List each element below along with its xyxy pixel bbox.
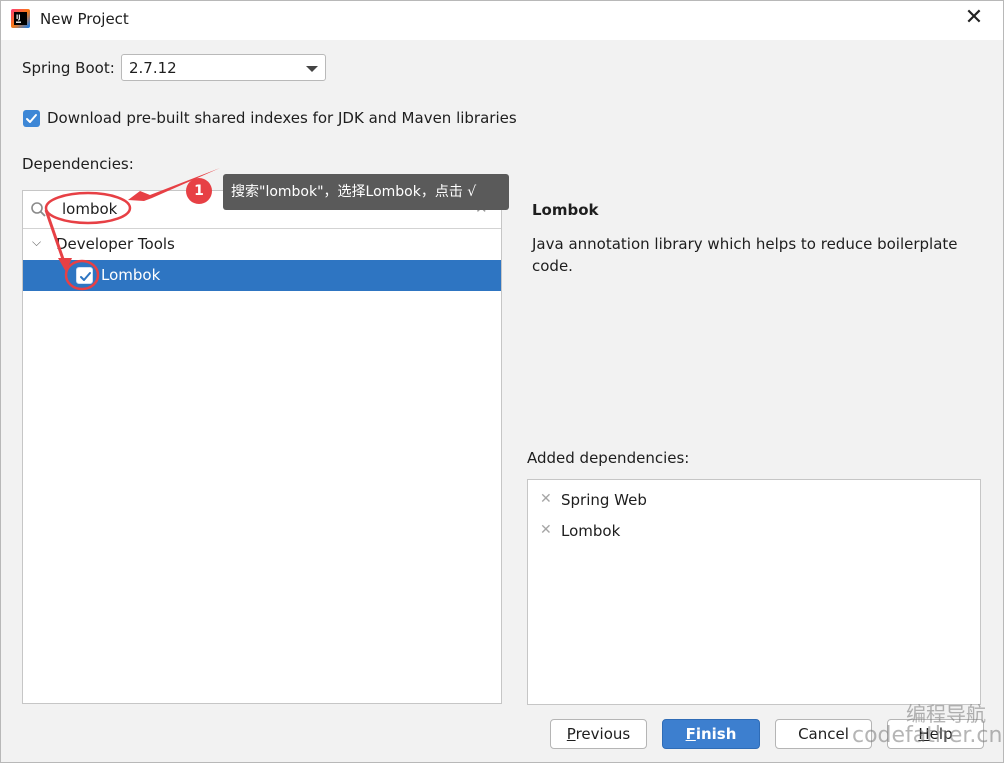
- dependencies-label: Dependencies:: [22, 155, 134, 173]
- finish-button[interactable]: Finish: [662, 719, 760, 749]
- step-marker: 1: [186, 178, 212, 204]
- search-input[interactable]: lombok: [62, 200, 117, 218]
- remove-icon[interactable]: ✕: [540, 491, 552, 507]
- download-indexes-label[interactable]: Download pre-built shared indexes for JD…: [47, 109, 517, 127]
- window-title: New Project: [40, 10, 129, 28]
- svg-text:IJ: IJ: [16, 14, 20, 21]
- added-dependencies-list: ✕ Spring Web ✕ Lombok: [527, 479, 981, 705]
- watermark-url: codefather.cn: [852, 723, 1003, 748]
- previous-button[interactable]: Previous: [550, 719, 647, 749]
- title-bar: [0, 0, 1004, 40]
- chevron-down-icon[interactable]: ⌵: [32, 235, 41, 250]
- checkmark-icon: [26, 114, 37, 123]
- added-dependency-label: Spring Web: [561, 491, 647, 509]
- intellij-idea-icon: IJ: [11, 9, 30, 28]
- spring-boot-label: Spring Boot:: [22, 59, 115, 77]
- tree-item-label: Lombok: [101, 266, 161, 284]
- remove-icon[interactable]: ✕: [540, 522, 552, 538]
- dependency-detail-title: Lombok: [532, 201, 599, 219]
- checkmark-icon: [80, 272, 91, 281]
- added-dependencies-label: Added dependencies:: [527, 449, 690, 467]
- annotation-callout: 搜索"lombok"，选择Lombok，点击 √: [223, 174, 509, 210]
- spring-boot-version-value: 2.7.12: [129, 59, 177, 77]
- tree-group-developer-tools[interactable]: ⌵ Developer Tools: [23, 231, 501, 260]
- search-icon: [30, 201, 47, 222]
- added-dependency-label: Lombok: [561, 522, 621, 540]
- tree-item-lombok[interactable]: Lombok: [23, 260, 501, 291]
- dependencies-panel: lombok ✕ ⌵ Developer Tools Lombok: [22, 190, 502, 704]
- list-item: ✕ Lombok: [528, 519, 980, 549]
- download-indexes-checkbox[interactable]: [23, 110, 40, 127]
- lombok-checkbox[interactable]: [76, 267, 93, 284]
- close-icon[interactable]: ✕: [962, 6, 986, 30]
- spring-boot-version-select[interactable]: 2.7.12: [121, 54, 326, 81]
- tree-group-label: Developer Tools: [56, 235, 175, 253]
- list-item: ✕ Spring Web: [528, 488, 980, 518]
- dependency-detail-description: Java annotation library which helps to r…: [532, 235, 958, 275]
- chevron-down-icon: [306, 66, 318, 72]
